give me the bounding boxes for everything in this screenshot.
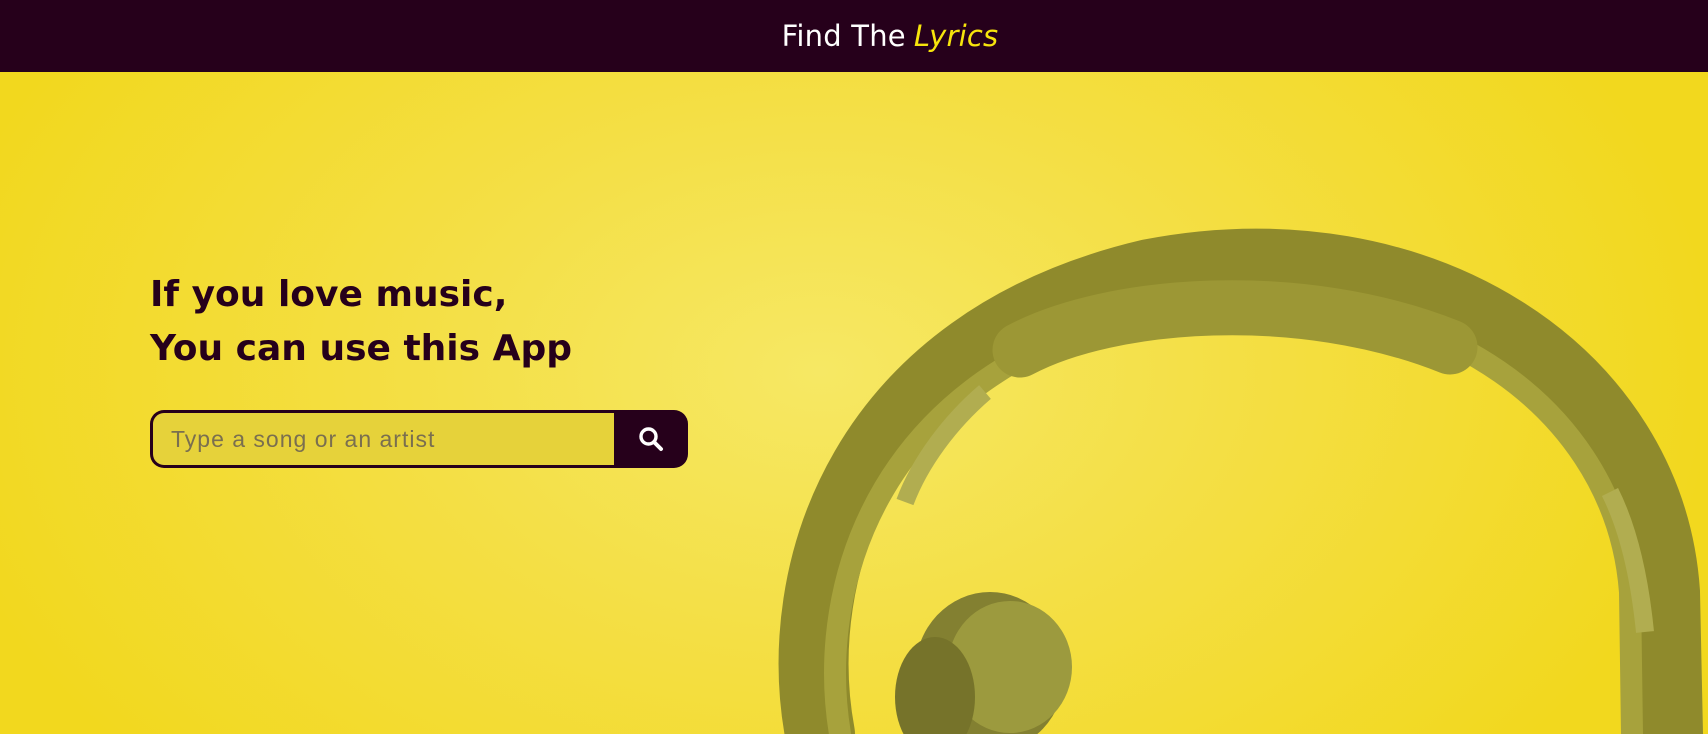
search-input[interactable] — [150, 410, 614, 468]
search-bar — [150, 410, 688, 468]
search-button[interactable] — [614, 410, 688, 468]
search-icon — [639, 427, 663, 451]
headline-line-2: You can use this App — [150, 328, 572, 369]
headline-line-1: If you love music, — [150, 274, 508, 315]
top-bar: Find The Lyrics — [0, 0, 1708, 72]
app-logo[interactable]: Find The Lyrics — [782, 19, 999, 53]
headphones-image — [778, 228, 1703, 734]
hero-section: If you love music, You can use this App — [0, 72, 1708, 734]
hero-headline: If you love music, You can use this App — [150, 268, 572, 376]
brand-accent: Lyrics — [913, 19, 999, 53]
brand-prefix: Find The — [781, 19, 906, 53]
